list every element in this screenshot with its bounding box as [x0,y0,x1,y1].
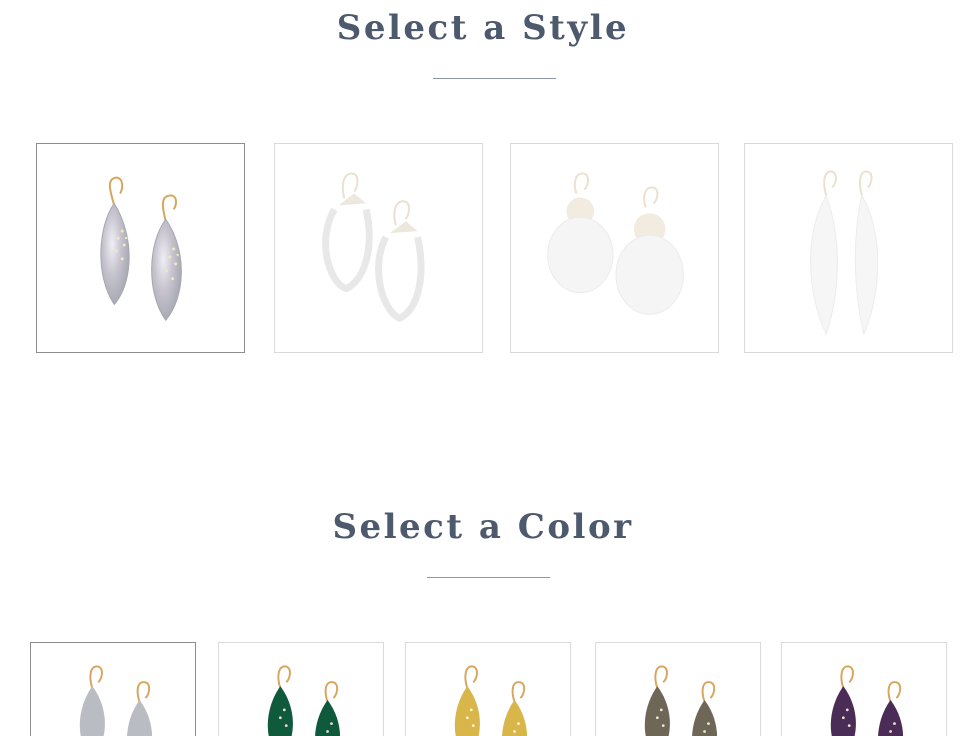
leaf-earring-icon [79,665,152,736]
hoop-earring-icon [322,172,425,323]
style-section-title: Select a Style [336,8,630,48]
leaf-earring-icon [830,665,903,736]
style-option-sliver-earring[interactable] [744,143,953,353]
style-option-hoop-earring[interactable] [274,143,483,353]
color-option-amethyst[interactable] [781,642,947,736]
style-title-divider [433,78,556,79]
color-option-taupe[interactable] [595,642,761,736]
color-option-gold[interactable] [405,642,571,736]
sliver-earring-icon [810,170,879,336]
color-title-divider [427,577,550,578]
leaf-earring-icon [267,665,340,736]
color-option-emerald[interactable] [218,642,384,736]
leaf-earring-icon [454,665,527,736]
color-option-gray[interactable] [30,642,196,736]
style-option-leaf-earring[interactable] [36,143,245,353]
leaf-earring-icon [644,665,717,736]
color-section-title: Select a Color [332,507,634,547]
leaf-earring-icon [100,176,182,322]
disc-drop-earring-icon [547,172,684,315]
style-option-disc-drop-earring[interactable] [510,143,719,353]
